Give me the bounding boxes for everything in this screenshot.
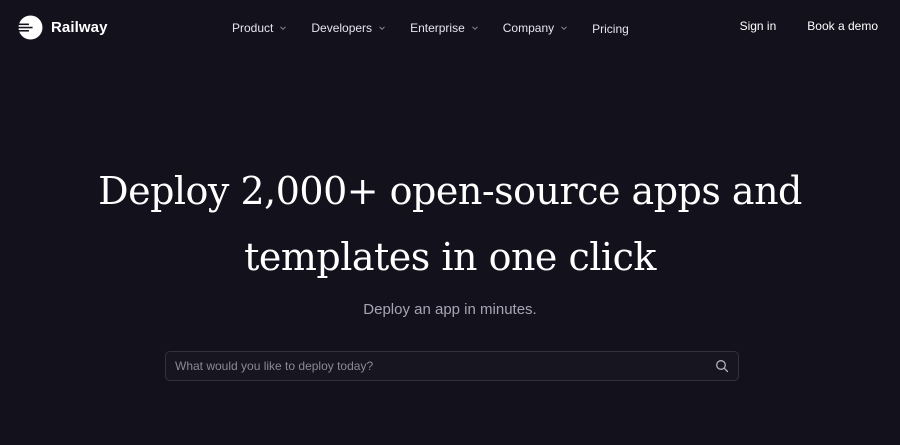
chevron-down-icon	[379, 26, 385, 31]
brand-logo[interactable]: Railway	[18, 15, 108, 40]
nav-item-developers[interactable]: Developers	[311, 20, 386, 36]
nav-item-label: Developers	[311, 21, 373, 35]
hero-title: Deploy 2,000+ open-source apps and templ…	[0, 158, 900, 290]
nav-item-company[interactable]: Company	[503, 20, 568, 36]
search-icon[interactable]	[715, 359, 729, 373]
chevron-down-icon	[471, 26, 478, 31]
deploy-search-input[interactable]	[166, 352, 715, 380]
hero-title-line-1: Deploy 2,000+ open-source apps and	[98, 169, 802, 213]
deploy-search-box	[165, 351, 739, 381]
nav-item-pricing[interactable]: Pricing	[592, 21, 629, 37]
nav-item-label: Product	[232, 21, 274, 35]
nav-item-label: Enterprise	[410, 21, 465, 35]
header-actions: Sign in Book a demo	[740, 19, 878, 33]
nav-item-enterprise[interactable]: Enterprise	[410, 20, 479, 36]
nav-item-label: Company	[502, 21, 555, 35]
hero-title-line-2: templates in one click	[244, 235, 656, 279]
chevron-down-icon	[280, 26, 287, 31]
brand-name: Railway	[51, 19, 108, 36]
nav-item-label: Pricing	[592, 22, 629, 36]
site-header: Railway Product Developers Enterprise Co…	[0, 0, 900, 54]
hero-subtitle: Deploy an app in minutes.	[363, 301, 537, 318]
page: Railway Product Developers Enterprise Co…	[0, 0, 900, 445]
main-nav: Product Developers Enterprise Company Pr…	[232, 19, 653, 37]
sign-in-link[interactable]: Sign in	[740, 19, 777, 33]
book-demo-link[interactable]: Book a demo	[807, 19, 878, 33]
chevron-down-icon	[561, 26, 567, 31]
nav-item-product[interactable]: Product	[232, 20, 287, 36]
railway-logo-icon	[18, 15, 43, 40]
